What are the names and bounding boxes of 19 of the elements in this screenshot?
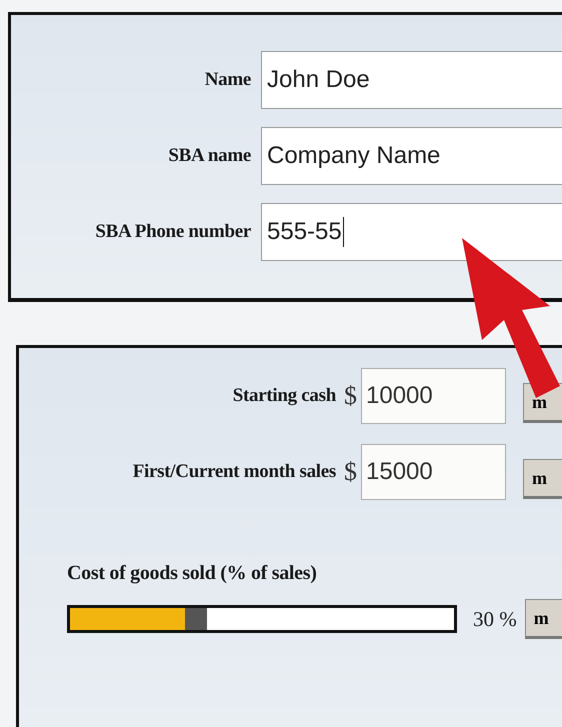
slider-thumb[interactable] [185,608,208,630]
slider-reading: 30 % [473,606,517,632]
number-field[interactable]: 15000 [361,444,506,500]
slider-track[interactable] [67,605,457,633]
field-label: SBA name [167,145,252,167]
text-field[interactable]: 555-55 [261,203,562,261]
field-label: SBA Phone number [94,221,252,243]
slider-label: Cost of goods sold (% of sales) [67,562,318,585]
text-cursor [342,217,344,247]
field-label: Name [204,69,252,91]
m-button[interactable]: m [523,459,562,499]
text-field[interactable]: Company Name [261,127,562,185]
field-label: First/Current month sales [132,461,337,483]
currency-sign: $ [344,381,358,411]
number-field[interactable]: 10000 [361,368,506,424]
m-button[interactable]: m [524,599,562,639]
field-label: Starting cash [232,385,337,407]
text-field[interactable]: John Doe [261,51,562,109]
currency-sign: $ [344,457,358,487]
